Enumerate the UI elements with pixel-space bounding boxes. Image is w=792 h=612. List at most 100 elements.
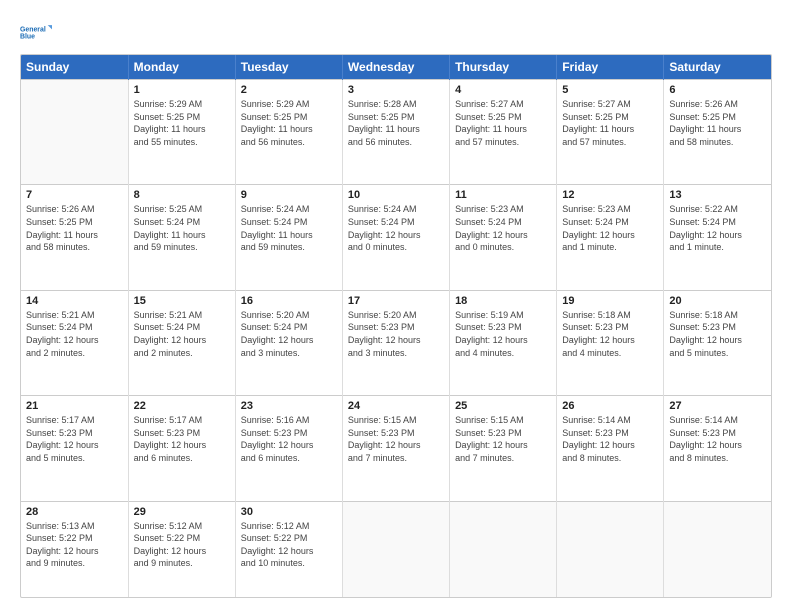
logo: General Blue (20, 18, 52, 46)
day-number: 14 (26, 295, 123, 307)
day-number: 18 (455, 295, 551, 307)
calendar: SundayMondayTuesdayWednesdayThursdayFrid… (20, 54, 772, 598)
day-number: 4 (455, 84, 551, 96)
day-info: Sunrise: 5:21 AM Sunset: 5:24 PM Dayligh… (134, 309, 230, 359)
calendar-cell: 30 Sunrise: 5:12 AM Sunset: 5:22 PM Dayli… (235, 501, 342, 597)
calendar-cell: 22Sunrise: 5:17 AM Sunset: 5:23 PM Dayli… (128, 396, 235, 501)
calendar-cell: 20 Sunrise: 5:18 AM Sunset: 5:23 PM Dayli… (664, 290, 771, 395)
day-info: Sunrise: 5:21 AM Sunset: 5:24 PM Dayligh… (26, 309, 123, 359)
day-number: 10 (348, 189, 444, 201)
day-info: Sunrise: 5:15 AM Sunset: 5:23 PM Dayligh… (455, 414, 551, 464)
day-number: 21 (26, 400, 123, 412)
day-info: Sunrise: 5:29 AM Sunset: 5:25 PM Dayligh… (241, 98, 337, 148)
day-number: 12 (562, 189, 658, 201)
day-info: Sunrise: 5:12 AM Sunset: 5:22 PM Dayligh… (241, 520, 337, 570)
day-number: 27 (669, 400, 766, 412)
day-info: Sunrise: 5:26 AM Sunset: 5:25 PM Dayligh… (26, 203, 123, 253)
day-number: 13 (669, 189, 766, 201)
day-number: 1 (134, 84, 230, 96)
weekday-header: Wednesday (342, 55, 449, 80)
calendar-week-row: 14 Sunrise: 5:21 AM Sunset: 5:24 PM Dayli… (21, 290, 771, 395)
day-number: 19 (562, 295, 658, 307)
calendar-cell: 21 Sunrise: 5:17 AM Sunset: 5:23 PM Dayli… (21, 396, 128, 501)
day-info: Sunrise: 5:22 AM Sunset: 5:24 PM Dayligh… (669, 203, 766, 253)
day-info: Sunrise: 5:17 AM Sunset: 5:23 PM Dayligh… (26, 414, 123, 464)
day-number: 20 (669, 295, 766, 307)
day-info: Sunrise: 5:12 AM Sunset: 5:22 PM Dayligh… (134, 520, 230, 570)
day-info: Sunrise: 5:15 AM Sunset: 5:23 PM Dayligh… (348, 414, 444, 464)
calendar-cell: 28Sunrise: 5:13 AM Sunset: 5:22 PM Dayli… (21, 501, 128, 597)
calendar-cell (342, 501, 449, 597)
calendar-cell (664, 501, 771, 597)
calendar-cell (450, 501, 557, 597)
calendar-cell: 9 Sunrise: 5:24 AM Sunset: 5:24 PM Daylig… (235, 185, 342, 290)
day-info: Sunrise: 5:28 AM Sunset: 5:25 PM Dayligh… (348, 98, 444, 148)
weekday-header: Friday (557, 55, 664, 80)
header: General Blue (20, 18, 772, 46)
day-info: Sunrise: 5:24 AM Sunset: 5:24 PM Dayligh… (241, 203, 337, 253)
calendar-cell: 18 Sunrise: 5:19 AM Sunset: 5:23 PM Dayli… (450, 290, 557, 395)
calendar-cell: 3 Sunrise: 5:28 AM Sunset: 5:25 PM Daylig… (342, 80, 449, 185)
logo-svg: General Blue (20, 18, 52, 46)
calendar-cell: 24 Sunrise: 5:15 AM Sunset: 5:23 PM Dayli… (342, 396, 449, 501)
day-number: 3 (348, 84, 444, 96)
day-info: Sunrise: 5:18 AM Sunset: 5:23 PM Dayligh… (669, 309, 766, 359)
calendar-week-row: 28Sunrise: 5:13 AM Sunset: 5:22 PM Dayli… (21, 501, 771, 597)
calendar-cell: 19 Sunrise: 5:18 AM Sunset: 5:23 PM Dayli… (557, 290, 664, 395)
day-info: Sunrise: 5:24 AM Sunset: 5:24 PM Dayligh… (348, 203, 444, 253)
day-info: Sunrise: 5:20 AM Sunset: 5:24 PM Dayligh… (241, 309, 337, 359)
day-info: Sunrise: 5:29 AM Sunset: 5:25 PM Dayligh… (134, 98, 230, 148)
day-number: 24 (348, 400, 444, 412)
calendar-cell (21, 80, 128, 185)
calendar-cell: 2 Sunrise: 5:29 AM Sunset: 5:25 PM Daylig… (235, 80, 342, 185)
calendar-cell: 26Sunrise: 5:14 AM Sunset: 5:23 PM Dayli… (557, 396, 664, 501)
day-number: 5 (562, 84, 658, 96)
day-info: Sunrise: 5:14 AM Sunset: 5:23 PM Dayligh… (562, 414, 658, 464)
day-number: 9 (241, 189, 337, 201)
day-info: Sunrise: 5:18 AM Sunset: 5:23 PM Dayligh… (562, 309, 658, 359)
svg-text:Blue: Blue (20, 33, 35, 40)
calendar-cell: 16 Sunrise: 5:20 AM Sunset: 5:24 PM Dayli… (235, 290, 342, 395)
calendar-header-row: SundayMondayTuesdayWednesdayThursdayFrid… (21, 55, 771, 80)
day-number: 11 (455, 189, 551, 201)
day-info: Sunrise: 5:17 AM Sunset: 5:23 PM Dayligh… (134, 414, 230, 464)
day-number: 25 (455, 400, 551, 412)
calendar-table: SundayMondayTuesdayWednesdayThursdayFrid… (21, 55, 771, 597)
calendar-cell: 15 Sunrise: 5:21 AM Sunset: 5:24 PM Dayli… (128, 290, 235, 395)
calendar-cell: 27Sunrise: 5:14 AM Sunset: 5:23 PM Dayli… (664, 396, 771, 501)
day-number: 30 (241, 506, 337, 518)
calendar-cell: 13 Sunrise: 5:22 AM Sunset: 5:24 PM Dayli… (664, 185, 771, 290)
day-number: 7 (26, 189, 123, 201)
day-info: Sunrise: 5:27 AM Sunset: 5:25 PM Dayligh… (455, 98, 551, 148)
day-number: 2 (241, 84, 337, 96)
calendar-cell: 12 Sunrise: 5:23 AM Sunset: 5:24 PM Dayli… (557, 185, 664, 290)
calendar-cell: 23 Sunrise: 5:16 AM Sunset: 5:23 PM Dayli… (235, 396, 342, 501)
calendar-cell: 14 Sunrise: 5:21 AM Sunset: 5:24 PM Dayli… (21, 290, 128, 395)
calendar-cell: 5 Sunrise: 5:27 AM Sunset: 5:25 PM Daylig… (557, 80, 664, 185)
weekday-header: Saturday (664, 55, 771, 80)
calendar-cell: 6Sunrise: 5:26 AM Sunset: 5:25 PM Daylig… (664, 80, 771, 185)
day-info: Sunrise: 5:13 AM Sunset: 5:22 PM Dayligh… (26, 520, 123, 570)
weekday-header: Monday (128, 55, 235, 80)
calendar-cell: 1 Sunrise: 5:29 AM Sunset: 5:25 PM Daylig… (128, 80, 235, 185)
page: General Blue SundayMondayTuesdayWednesda… (0, 0, 792, 612)
day-number: 15 (134, 295, 230, 307)
calendar-cell: 11 Sunrise: 5:23 AM Sunset: 5:24 PM Dayli… (450, 185, 557, 290)
weekday-header: Thursday (450, 55, 557, 80)
calendar-cell: 8Sunrise: 5:25 AM Sunset: 5:24 PM Daylig… (128, 185, 235, 290)
calendar-cell: 4 Sunrise: 5:27 AM Sunset: 5:25 PM Daylig… (450, 80, 557, 185)
day-info: Sunrise: 5:20 AM Sunset: 5:23 PM Dayligh… (348, 309, 444, 359)
day-info: Sunrise: 5:16 AM Sunset: 5:23 PM Dayligh… (241, 414, 337, 464)
day-number: 23 (241, 400, 337, 412)
day-number: 16 (241, 295, 337, 307)
day-number: 6 (669, 84, 766, 96)
day-number: 8 (134, 189, 230, 201)
day-info: Sunrise: 5:23 AM Sunset: 5:24 PM Dayligh… (455, 203, 551, 253)
weekday-header: Tuesday (235, 55, 342, 80)
calendar-week-row: 7 Sunrise: 5:26 AM Sunset: 5:25 PM Daylig… (21, 185, 771, 290)
day-info: Sunrise: 5:23 AM Sunset: 5:24 PM Dayligh… (562, 203, 658, 253)
calendar-cell: 7 Sunrise: 5:26 AM Sunset: 5:25 PM Daylig… (21, 185, 128, 290)
calendar-week-row: 1 Sunrise: 5:29 AM Sunset: 5:25 PM Daylig… (21, 80, 771, 185)
day-info: Sunrise: 5:27 AM Sunset: 5:25 PM Dayligh… (562, 98, 658, 148)
day-info: Sunrise: 5:19 AM Sunset: 5:23 PM Dayligh… (455, 309, 551, 359)
